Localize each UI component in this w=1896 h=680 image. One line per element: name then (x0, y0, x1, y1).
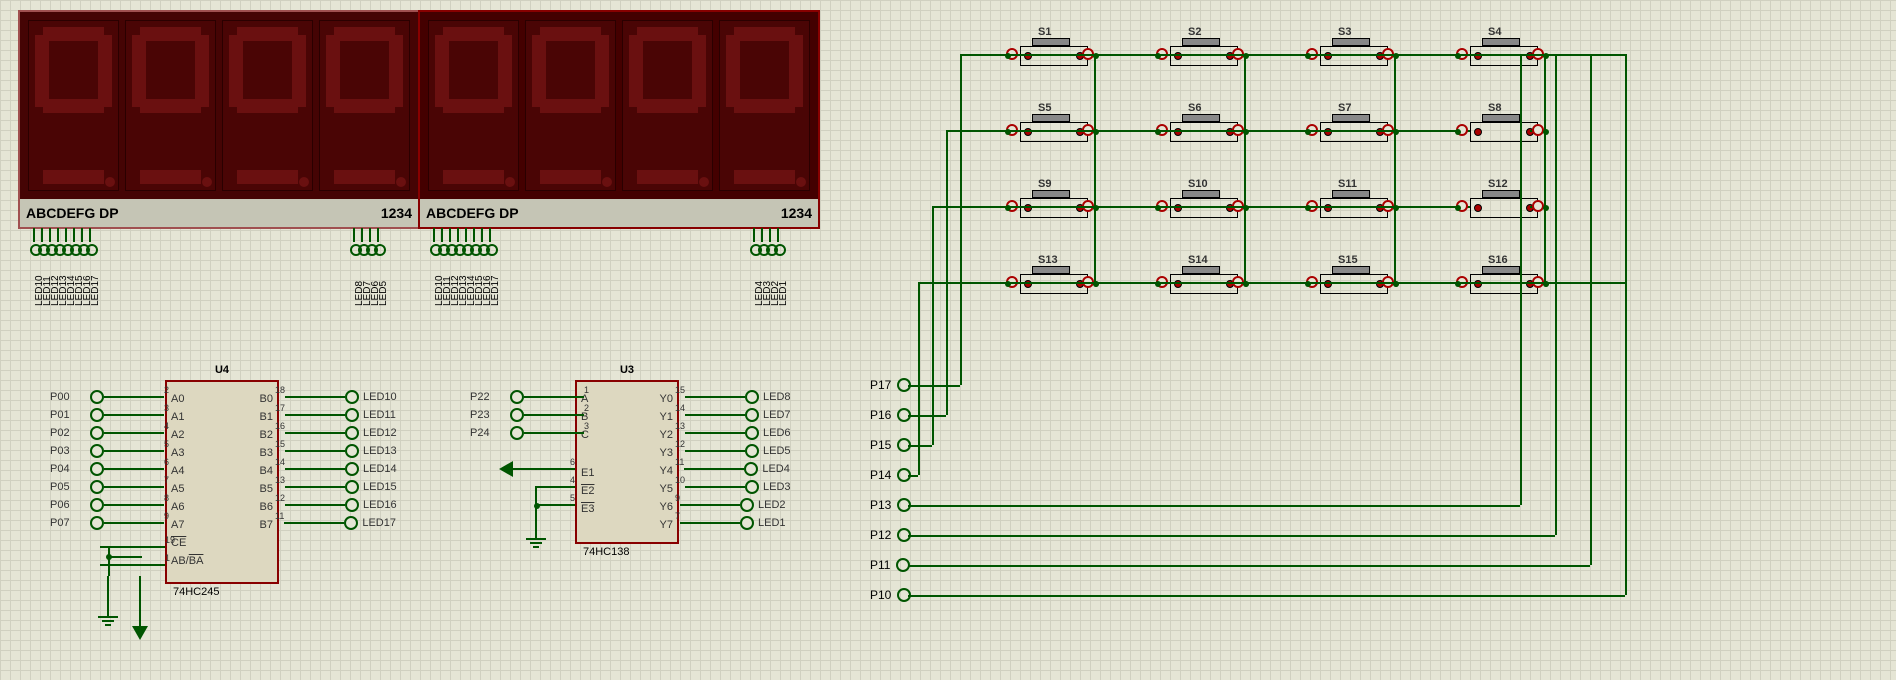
disp-footer-left: ABCDEFG DP (26, 205, 119, 221)
pin-c: P243 (470, 424, 589, 442)
pin-b6: 12LED16 (275, 496, 413, 514)
switch-s4[interactable]: S4 (1460, 40, 1540, 72)
switch-s13[interactable]: S13 (1010, 268, 1090, 300)
pin-y0: 15LED8 (675, 388, 813, 406)
port-p13: P13 (870, 498, 911, 512)
pin-ce: 19 (100, 538, 175, 556)
chip-u4-ref: U4 (215, 364, 229, 376)
disp-footer-left: ABCDEFG DP (426, 205, 519, 221)
terminal-led11: LED11 (38, 228, 46, 256)
switch-s8[interactable]: S8 (1460, 116, 1540, 148)
terminal-led11: LED11 (438, 228, 446, 256)
terminal-led7: LED7 (358, 228, 366, 256)
pin-y3: 12LED5 (675, 442, 813, 460)
chip-u4-part: 74HC245 (173, 586, 219, 598)
terminal-led5: LED5 (374, 228, 382, 256)
port-p16: P16 (870, 408, 911, 422)
pin-b5: 13LED15 (275, 478, 413, 496)
display-left-dig-pins: LED8LED7LED6LED5 (350, 228, 382, 259)
display-right-dig-pins: LED4LED3LED2LED1 (750, 228, 782, 259)
pin-b0: 18LED10 (275, 388, 413, 406)
pin-b2: 16LED12 (275, 424, 413, 442)
port-p14: P14 (870, 468, 911, 482)
terminal-led6: LED6 (366, 228, 374, 256)
switch-s16[interactable]: S16 (1460, 268, 1540, 300)
switch-s7[interactable]: S7 (1310, 116, 1390, 148)
pin-a7: P079 (50, 514, 169, 532)
terminal-led14: LED14 (462, 228, 470, 256)
terminal-led14: LED14 (62, 228, 70, 256)
terminal-led12: LED12 (446, 228, 454, 256)
pin-y4: 11LED4 (675, 460, 813, 478)
switch-s5[interactable]: S5 (1010, 116, 1090, 148)
pin-a0: P002 (50, 388, 169, 406)
pin-a2: P024 (50, 424, 169, 442)
pin-y7: 7LED1 (675, 514, 813, 532)
terminal-led17: LED17 (486, 228, 494, 256)
terminal-led13: LED13 (454, 228, 462, 256)
disp-footer-right: 1234 (781, 205, 812, 221)
pin-y6: 9LED2 (675, 496, 813, 514)
pin-a4: P046 (50, 460, 169, 478)
pin-b7: 11LED17 (275, 514, 413, 532)
terminal-led17: LED17 (86, 228, 94, 256)
switch-s9[interactable]: S9 (1010, 192, 1090, 224)
pin-a1: P013 (50, 406, 169, 424)
switch-s2[interactable]: S2 (1160, 40, 1240, 72)
chip-u3-ref: U3 (620, 364, 634, 376)
switch-s11[interactable]: S11 (1310, 192, 1390, 224)
terminal-led13: LED13 (54, 228, 62, 256)
port-p15: P15 (870, 438, 911, 452)
port-p10: P10 (870, 588, 911, 602)
pin-y5: 10LED3 (675, 478, 813, 496)
terminal-led10: LED10 (30, 228, 38, 256)
pin-y1: 14LED7 (675, 406, 813, 424)
terminal-led15: LED15 (470, 228, 478, 256)
pin-a5: P057 (50, 478, 169, 496)
pin-b3: 15LED13 (275, 442, 413, 460)
terminal-led1: LED1 (774, 228, 782, 256)
pin-b4: 14LED14 (275, 460, 413, 478)
chip-u4: U4 74HC245 A0A1A2A3A4A5A6A7CEAB/BA B0B1B… (165, 380, 279, 584)
port-p17: P17 (870, 378, 911, 392)
terminal-led8: LED8 (350, 228, 358, 256)
pin-a3: P035 (50, 442, 169, 460)
port-p12: P12 (870, 528, 911, 542)
pin-b1: 17LED11 (275, 406, 413, 424)
terminal-led3: LED3 (758, 228, 766, 256)
terminal-led2: LED2 (766, 228, 774, 256)
port-p11: P11 (870, 558, 910, 572)
terminal-led16: LED16 (78, 228, 86, 256)
switch-s12[interactable]: S12 (1460, 192, 1540, 224)
switch-s14[interactable]: S14 (1160, 268, 1240, 300)
terminal-led4: LED4 (750, 228, 758, 256)
seven-seg-display-left: ABCDEFG DP 1234 (18, 10, 420, 229)
pin-a6: P068 (50, 496, 169, 514)
pin-b: P232 (470, 406, 589, 424)
chip-u3-part: 74HC138 (583, 546, 629, 558)
chip-u3: U3 74HC138 ABCE1E2E3 Y0Y1Y2Y3Y4Y5Y6Y7 (575, 380, 679, 544)
switch-s6[interactable]: S6 (1160, 116, 1240, 148)
terminal-led10: LED10 (430, 228, 438, 256)
terminal-led16: LED16 (478, 228, 486, 256)
disp-footer-right: 1234 (381, 205, 412, 221)
seven-seg-display-right: ABCDEFG DP 1234 (418, 10, 820, 229)
switch-s10[interactable]: S10 (1160, 192, 1240, 224)
display-right-seg-pins: LED10LED11LED12LED13LED14LED15LED16LED17 (430, 228, 494, 259)
terminal-led15: LED15 (70, 228, 78, 256)
switch-s3[interactable]: S3 (1310, 40, 1390, 72)
switch-s15[interactable]: S15 (1310, 268, 1390, 300)
terminal-led12: LED12 (46, 228, 54, 256)
pin-a: P221 (470, 388, 589, 406)
switch-s1[interactable]: S1 (1010, 40, 1090, 72)
pin-y2: 13LED6 (675, 424, 813, 442)
display-left-seg-pins: LED10LED11LED12LED13LED14LED15LED16LED17 (30, 228, 94, 259)
